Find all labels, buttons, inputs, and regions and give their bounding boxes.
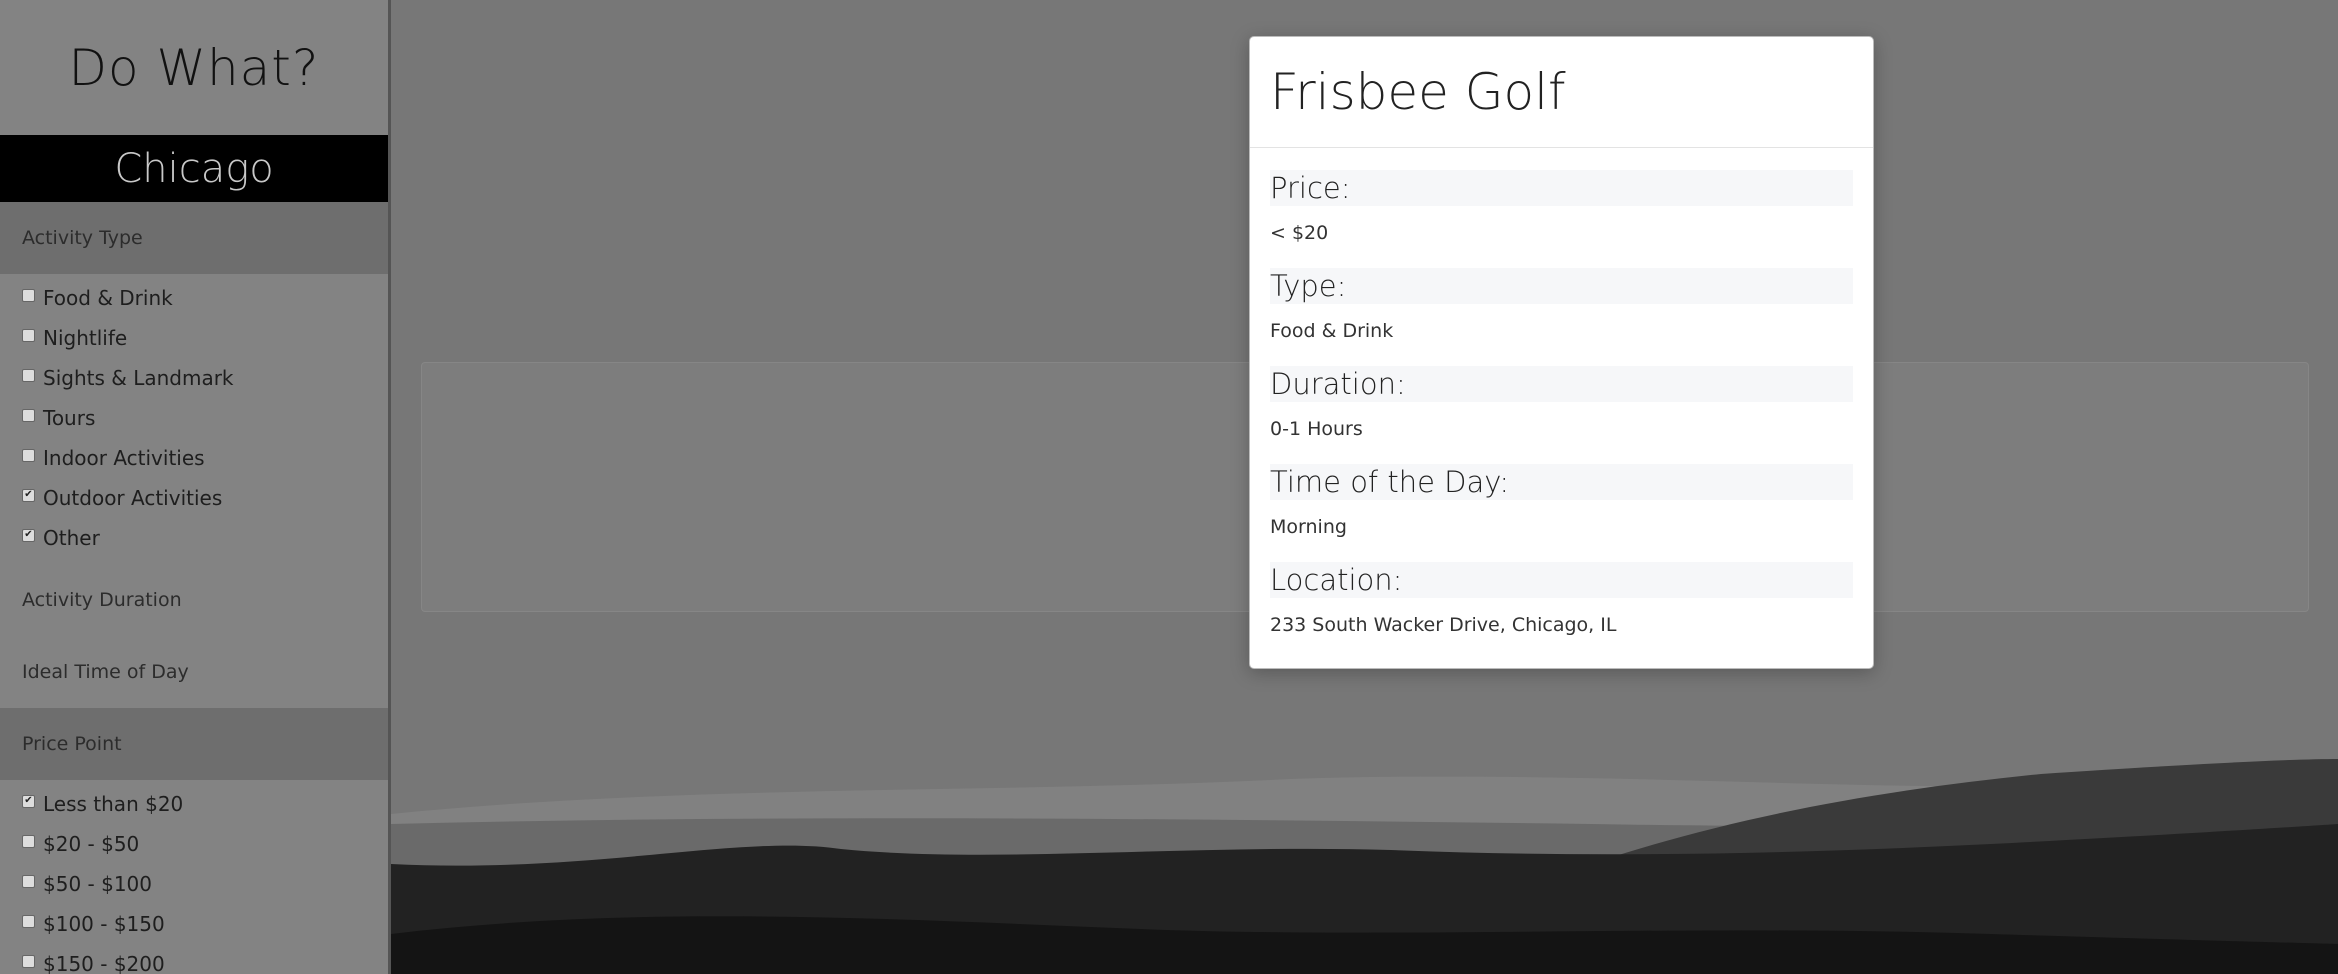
modal-body: Price: < $20 Type: Food & Drink Duration… — [1250, 148, 1873, 652]
filter-option-price-lt20[interactable]: ✔ Less than $20 — [0, 784, 388, 824]
checkbox[interactable]: ✔ — [22, 794, 35, 808]
option-label: Food & Drink — [43, 286, 173, 310]
option-label: Sights & Landmark — [43, 366, 234, 390]
duration-label: Duration: — [1270, 366, 1853, 402]
filter-option-price-150-200[interactable]: $150 - $200 — [0, 944, 388, 974]
checkbox[interactable] — [22, 448, 35, 462]
checkbox[interactable] — [22, 368, 35, 382]
activity-detail-modal: Frisbee Golf Price: < $20 Type: Food & D… — [1249, 36, 1874, 669]
option-label: Other — [43, 526, 100, 550]
checkbox[interactable]: ✔ — [22, 488, 35, 502]
checkbox[interactable]: ✔ — [22, 528, 35, 542]
mountain-background — [391, 759, 2338, 974]
activity-type-options: Food & Drink Nightlife Sights & Landmark… — [0, 274, 388, 564]
checkbox[interactable] — [22, 914, 35, 928]
option-label: $150 - $200 — [43, 952, 165, 974]
price-label: Price: — [1270, 170, 1853, 206]
filter-option-sights[interactable]: Sights & Landmark — [0, 358, 388, 398]
filter-option-price-50-100[interactable]: $50 - $100 — [0, 864, 388, 904]
option-label: Nightlife — [43, 326, 128, 350]
filter-option-food-drink[interactable]: Food & Drink — [0, 278, 388, 318]
option-label: Indoor Activities — [43, 446, 205, 470]
activity-duration-header[interactable]: Activity Duration — [0, 564, 388, 636]
location-value: 233 South Wacker Drive, Chicago, IL — [1270, 614, 1617, 636]
price-point-options: ✔ Less than $20 $20 - $50 $50 - $100 $100… — [0, 780, 388, 974]
filter-option-price-100-150[interactable]: $100 - $150 — [0, 904, 388, 944]
sidebar: Do What? Chicago Activity Type Food & Dr… — [0, 0, 391, 974]
option-label: $20 - $50 — [43, 832, 140, 856]
checkbox[interactable] — [22, 408, 35, 422]
location-label: Location: — [1270, 562, 1853, 598]
city-heading: Chicago — [0, 135, 388, 202]
option-label: Less than $20 — [43, 792, 184, 816]
activity-type-header[interactable]: Activity Type — [0, 202, 388, 274]
type-label: Type: — [1270, 268, 1853, 304]
checkbox[interactable] — [22, 328, 35, 342]
time-of-day-label: Time of the Day: — [1270, 464, 1853, 500]
option-label: Tours — [43, 406, 96, 430]
option-label: Outdoor Activities — [43, 486, 223, 510]
time-of-day-value: Morning — [1270, 516, 1347, 538]
type-value: Food & Drink — [1270, 320, 1394, 342]
price-point-header[interactable]: Price Point — [0, 708, 388, 780]
checkbox[interactable] — [22, 874, 35, 888]
duration-value: 0-1 Hours — [1270, 418, 1363, 440]
option-label: $100 - $150 — [43, 912, 165, 936]
filter-option-tours[interactable]: Tours — [0, 398, 388, 438]
app-brand: Do What? — [68, 38, 320, 97]
checkbox[interactable] — [22, 954, 35, 968]
filter-option-nightlife[interactable]: Nightlife — [0, 318, 388, 358]
price-value: < $20 — [1270, 222, 1329, 244]
ideal-time-header[interactable]: Ideal Time of Day — [0, 636, 388, 708]
filter-option-outdoor[interactable]: ✔ Outdoor Activities — [0, 478, 388, 518]
checkbox[interactable] — [22, 834, 35, 848]
filter-option-indoor[interactable]: Indoor Activities — [0, 438, 388, 478]
main-area: Frisbee Golf Price: < $20 Type: Food & D… — [391, 0, 2338, 974]
checkbox[interactable] — [22, 288, 35, 302]
option-label: $50 - $100 — [43, 872, 153, 896]
filter-option-price-20-50[interactable]: $20 - $50 — [0, 824, 388, 864]
filter-option-other[interactable]: ✔ Other — [0, 518, 388, 558]
modal-title: Frisbee Golf — [1250, 37, 1873, 148]
